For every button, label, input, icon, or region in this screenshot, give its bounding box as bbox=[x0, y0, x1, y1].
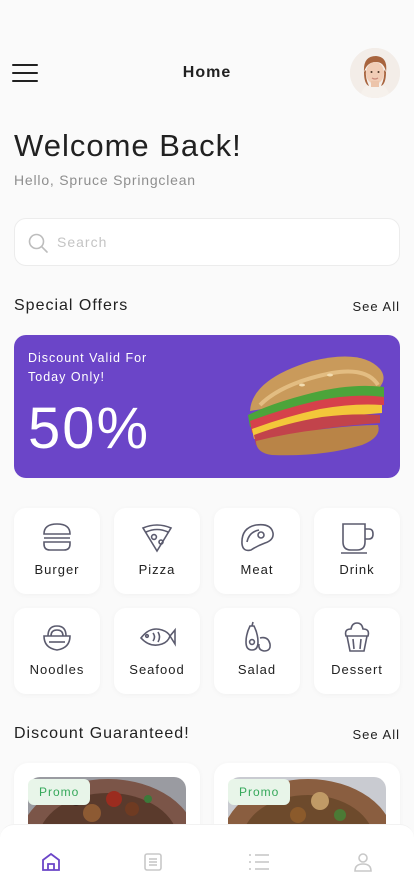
discount-title: Discount Guaranteed! bbox=[14, 725, 190, 742]
orders-icon bbox=[144, 853, 162, 871]
category-drink[interactable]: Drink bbox=[314, 508, 400, 594]
dessert-icon bbox=[344, 622, 370, 652]
profile-icon bbox=[354, 853, 372, 872]
sandwich-image bbox=[248, 356, 384, 456]
category-label: Burger bbox=[34, 562, 80, 577]
list-icon bbox=[249, 854, 269, 870]
salad-icon bbox=[245, 621, 271, 652]
special-offer-banner[interactable]: Discount Valid For Today Only! 50% bbox=[14, 335, 400, 478]
category-dessert[interactable]: Dessert bbox=[314, 608, 400, 694]
search-input[interactable] bbox=[57, 219, 387, 265]
category-burger[interactable]: Burger bbox=[14, 508, 100, 594]
nav-orders[interactable] bbox=[140, 849, 166, 875]
pizza-icon bbox=[141, 524, 173, 553]
promo-badge: Promo bbox=[28, 779, 91, 805]
nav-home[interactable] bbox=[38, 849, 64, 875]
category-label: Seafood bbox=[129, 662, 185, 677]
category-label: Dessert bbox=[331, 662, 383, 677]
promo-badge: Promo bbox=[228, 779, 291, 805]
drink-icon bbox=[341, 523, 374, 554]
search-icon bbox=[28, 233, 48, 253]
home-icon bbox=[42, 852, 60, 871]
search-bar[interactable] bbox=[14, 218, 400, 266]
offer-percent: 50% bbox=[28, 396, 151, 461]
special-offers-see-all-link[interactable]: See All bbox=[353, 299, 400, 314]
special-offers-title: Special Offers bbox=[14, 297, 129, 314]
avatar[interactable] bbox=[350, 48, 400, 98]
burger-icon bbox=[43, 523, 71, 551]
category-label: Pizza bbox=[138, 562, 176, 577]
welcome-title: Welcome Back! bbox=[14, 128, 242, 163]
welcome-subtitle: Hello, Spruce Springclean bbox=[14, 172, 196, 188]
category-grid: Burger Pizza Meat Drink Noodles Seafood … bbox=[14, 508, 400, 694]
offer-note: Discount Valid For Today Only! bbox=[28, 351, 148, 384]
category-label: Meat bbox=[240, 562, 274, 577]
nav-list[interactable] bbox=[246, 849, 272, 875]
category-salad[interactable]: Salad bbox=[214, 608, 300, 694]
category-label: Drink bbox=[339, 562, 375, 577]
discount-see-all-link[interactable]: See All bbox=[353, 727, 400, 742]
category-noodles[interactable]: Noodles bbox=[14, 608, 100, 694]
noodles-icon bbox=[43, 625, 71, 651]
nav-profile[interactable] bbox=[350, 849, 376, 875]
bottom-nav bbox=[0, 824, 414, 896]
category-label: Noodles bbox=[29, 662, 85, 677]
category-pizza[interactable]: Pizza bbox=[114, 508, 200, 594]
fish-icon bbox=[139, 627, 176, 647]
category-label: Salad bbox=[237, 662, 277, 677]
header: Home bbox=[0, 44, 414, 104]
meat-icon bbox=[241, 523, 274, 552]
category-seafood[interactable]: Seafood bbox=[114, 608, 200, 694]
category-meat[interactable]: Meat bbox=[214, 508, 300, 594]
